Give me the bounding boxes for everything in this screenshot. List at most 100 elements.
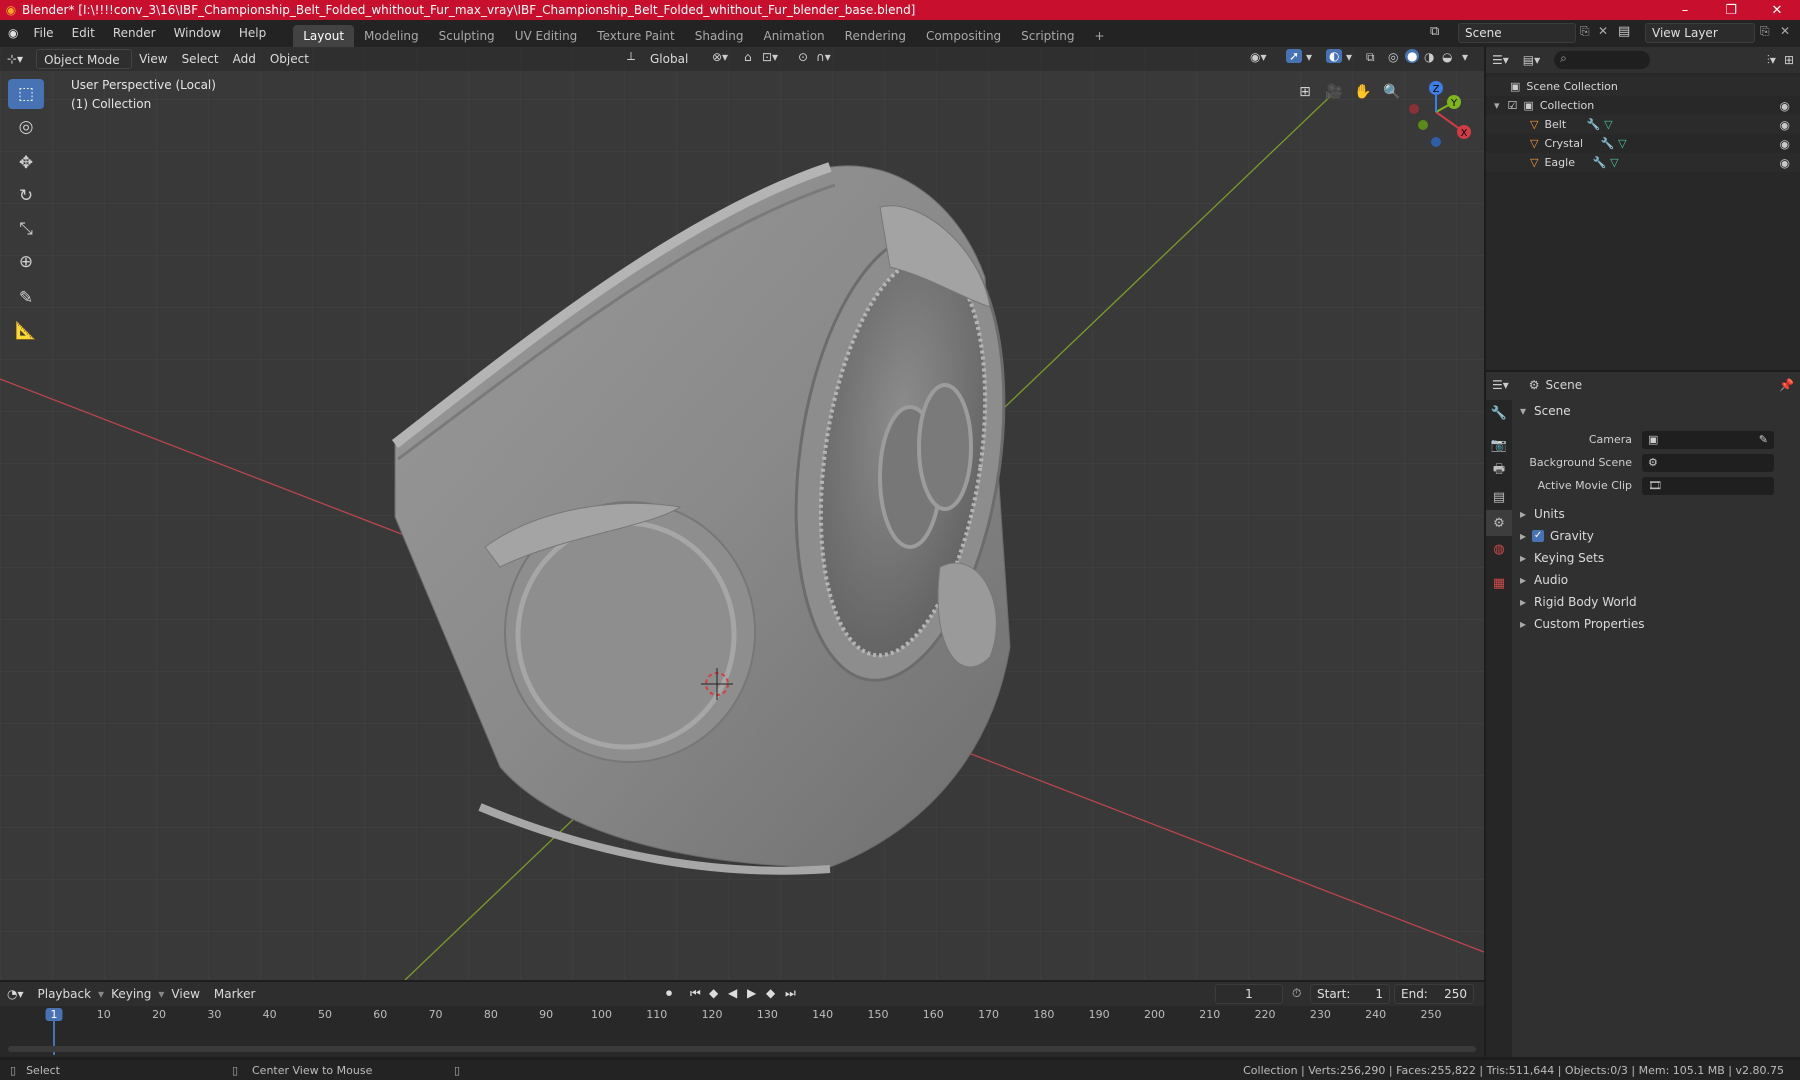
zoom-view-icon[interactable]: 🔍 (1380, 80, 1404, 104)
camera-field[interactable]: ▣ ✎ (1642, 430, 1774, 449)
include-checkbox[interactable]: ☑ (1508, 99, 1518, 112)
modifier-wrench-icon[interactable]: 🔧 (1592, 156, 1606, 169)
collection-visibility-eye-icon[interactable]: ◉ (1780, 99, 1790, 113)
rendered-shading-icon[interactable]: ◒ (1442, 50, 1452, 64)
pivot-point-icon[interactable]: ⊗▾ (712, 50, 728, 64)
tool-tab-icon[interactable]: 🔧 (1486, 400, 1512, 426)
units-panel-header[interactable]: ▸ Units (1514, 503, 1800, 525)
viewport-menu-view[interactable]: View (132, 49, 174, 69)
mesh-data-icon[interactable]: ▽ (1610, 156, 1618, 169)
gizmo-dropdown-icon[interactable]: ▾ (1306, 50, 1312, 64)
filter-icon[interactable]: ⫶▾ (1767, 53, 1776, 68)
workspace-tab-modeling[interactable]: Modeling (354, 25, 429, 47)
scale-tool-icon[interactable]: ⤡ (8, 214, 44, 244)
view-layer-selector[interactable]: View Layer (1645, 23, 1755, 43)
outliner-editor-type-icon[interactable]: ☰▾ (1492, 53, 1509, 67)
custom-properties-panel-header[interactable]: ▸ Custom Properties (1514, 613, 1800, 635)
menu-help[interactable]: Help (230, 20, 275, 47)
scene-remove-icon[interactable]: ✕ (1598, 24, 1608, 38)
add-workspace-button[interactable]: + (1085, 25, 1115, 47)
properties-editor-type-icon[interactable]: ☰▾ (1492, 378, 1509, 392)
move-tool-icon[interactable]: ✥ (8, 148, 44, 178)
measure-tool-icon[interactable]: 📐 (8, 316, 44, 346)
timeline-editor-type-icon[interactable]: ◔▾ (0, 984, 31, 1004)
workspace-tab-texture-paint[interactable]: Texture Paint (587, 25, 684, 47)
wireframe-shading-icon[interactable]: ◎ (1388, 50, 1398, 64)
current-frame-field[interactable]: 1 (1215, 984, 1283, 1004)
material-preview-shading-icon[interactable]: ◑ (1424, 50, 1434, 64)
viewport-menu-object[interactable]: Object (263, 49, 316, 69)
falloff-icon[interactable]: ∩▾ (816, 50, 831, 64)
close-button[interactable]: ✕ (1754, 0, 1800, 20)
world-tab-icon[interactable]: ◍ (1486, 536, 1512, 562)
view-layer-new-icon[interactable]: ⎘ (1760, 24, 1770, 39)
shading-options-icon[interactable]: ▾ (1462, 50, 1468, 64)
use-preview-range-icon[interactable]: ⏱ (1292, 986, 1301, 1001)
workspace-tab-compositing[interactable]: Compositing (916, 25, 1011, 47)
viewport-scene[interactable]: X Y Z (0, 47, 1484, 980)
pan-view-icon[interactable]: ✋ (1351, 80, 1375, 104)
visibility-icon[interactable]: ◉▾ (1250, 50, 1267, 64)
outliner-row-scene-collection[interactable]: ▣ Scene Collection (1486, 77, 1800, 96)
timeline-scrollbar[interactable] (8, 1046, 1476, 1052)
new-collection-icon[interactable]: ⊞ (1784, 53, 1794, 67)
minimize-button[interactable]: – (1662, 0, 1708, 20)
eyedropper-icon[interactable]: ✎ (1759, 433, 1768, 446)
workspace-tab-sculpting[interactable]: Sculpting (429, 25, 505, 47)
modifier-wrench-icon[interactable]: 🔧 (1600, 137, 1614, 150)
scene-selector[interactable]: Scene (1458, 23, 1576, 43)
render-tab-icon[interactable]: 📷 (1486, 432, 1512, 458)
rotate-tool-icon[interactable]: ↻ (8, 181, 44, 211)
jump-to-end-icon[interactable]: ⏭ (785, 986, 796, 1001)
outliner-row-collection[interactable]: ▾ ☑ ▣ Collection ◉ (1486, 96, 1800, 115)
toggle-camera-grid-icon[interactable]: ⊞ (1293, 80, 1317, 104)
cursor-tool-icon[interactable]: ◎ (8, 112, 44, 142)
view-layer-remove-icon[interactable]: ✕ (1780, 24, 1790, 38)
output-tab-icon[interactable]: 🖶 (1486, 458, 1512, 484)
xray-toggle-icon[interactable]: ⧉ (1366, 50, 1375, 65)
maximize-button[interactable]: ❐ (1708, 0, 1754, 20)
keying-sets-panel-header[interactable]: ▸ Keying Sets (1514, 547, 1800, 569)
timeline-menu-keying[interactable]: Keying (104, 984, 158, 1004)
pin-icon[interactable]: 📌 (1779, 378, 1794, 392)
gravity-panel-header[interactable]: ▸ ✓ Gravity (1514, 525, 1800, 547)
view-layer-browse-icon[interactable]: ▤ (1618, 24, 1630, 39)
workspace-tab-uv-editing[interactable]: UV Editing (505, 25, 588, 47)
overlay-dropdown-icon[interactable]: ▾ (1346, 50, 1352, 64)
gravity-checkbox[interactable]: ✓ (1532, 530, 1545, 542)
editor-type-icon[interactable]: ⊹▾ (0, 49, 30, 69)
menu-window[interactable]: Window (165, 20, 230, 47)
snap-icon[interactable]: ⌂ (744, 50, 752, 64)
modifier-wrench-icon[interactable]: 🔧 (1586, 118, 1600, 131)
display-mode-icon[interactable]: ▤▾ (1523, 53, 1540, 67)
timeline-menu-playback[interactable]: Playback (31, 984, 99, 1004)
mesh-data-icon[interactable]: ▽ (1604, 118, 1612, 131)
rigid-body-world-panel-header[interactable]: ▸ Rigid Body World (1514, 591, 1800, 613)
menu-render[interactable]: Render (104, 20, 165, 47)
proportional-editing-icon[interactable]: ⊙ (798, 50, 808, 64)
mesh-data-icon[interactable]: ▽ (1618, 137, 1626, 150)
collapse-arrow-icon[interactable]: ▾ (1494, 99, 1500, 112)
workspace-tab-shading[interactable]: Shading (685, 25, 754, 47)
workspace-tab-scripting[interactable]: Scripting (1011, 25, 1084, 47)
end-frame-field[interactable]: End: 250 (1394, 984, 1474, 1004)
belt-visibility-eye-icon[interactable]: ◉ (1780, 118, 1790, 132)
jump-to-previous-keyframe-icon[interactable]: ◆ (709, 986, 718, 1000)
audio-panel-header[interactable]: ▸ Audio (1514, 569, 1800, 591)
menu-edit[interactable]: Edit (63, 20, 104, 47)
menu-file[interactable]: File (24, 20, 62, 47)
annotate-tool-icon[interactable]: ✎ (8, 283, 44, 313)
jump-to-next-keyframe-icon[interactable]: ◆ (766, 986, 775, 1000)
select-box-tool-icon[interactable]: ⬚ (8, 79, 44, 109)
view-layer-tab-icon[interactable]: ▤ (1486, 484, 1512, 510)
scene-panel-header[interactable]: ▾ Scene (1514, 400, 1800, 422)
transform-tool-icon[interactable]: ⊕ (8, 247, 44, 277)
active-movie-clip-field[interactable]: 🎞 (1642, 476, 1774, 495)
outliner-search-input[interactable]: ⌕ (1554, 51, 1651, 69)
snap-target-icon[interactable]: ⊡▾ (762, 50, 778, 64)
overlay-toggle-icon[interactable]: ◐ (1326, 49, 1343, 63)
viewport-menu-add[interactable]: Add (226, 49, 263, 69)
workspace-tab-animation[interactable]: Animation (753, 25, 834, 47)
scene-tab-icon[interactable]: ⚙ (1486, 510, 1512, 536)
play-icon[interactable]: ▶ (747, 986, 756, 1000)
